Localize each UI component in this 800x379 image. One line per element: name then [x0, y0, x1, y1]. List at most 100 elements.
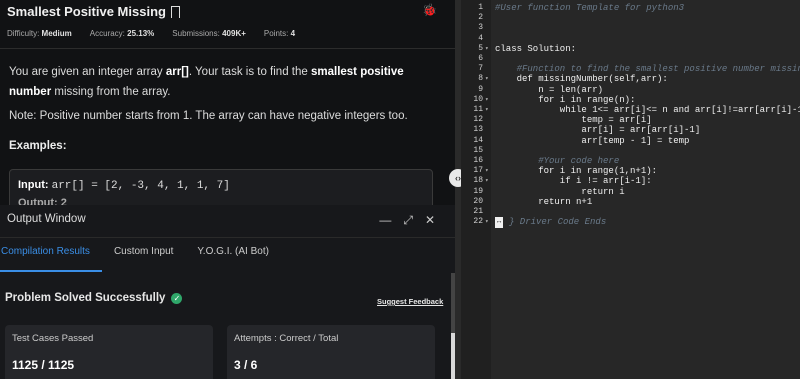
meta-submissions: Submissions: 409K+: [172, 29, 246, 38]
code-text: for i in range(n):: [495, 94, 636, 105]
fold-chevron-icon[interactable]: ▾: [485, 44, 489, 55]
code-line: 22 ▾ ↔ } Driver Code Ends: [461, 217, 800, 228]
code-text: for i in range(1,n+1):: [495, 166, 658, 177]
code-line: 17 ▾ for i in range(1,n+1):: [461, 166, 800, 177]
success-message: Problem Solved Successfully: [5, 292, 166, 304]
expand-icon[interactable]: ⤢: [403, 213, 413, 228]
line-number: 22: [473, 217, 483, 227]
code-line: 8 ▾ def missingNumber(self,arr):: [461, 74, 800, 85]
code-line: 12 temp = arr[i]: [461, 115, 800, 126]
line-number: 10: [473, 94, 483, 104]
meta-points: Points: 4: [263, 29, 296, 38]
code-line: 6: [461, 54, 800, 65]
code-line: 16 #Your code here: [461, 156, 800, 167]
code-line: 21: [461, 207, 800, 218]
code-text: } Driver Code Ends: [509, 217, 607, 228]
code-text: return i: [495, 186, 625, 197]
code-text: arr[temp - 1] = temp: [495, 135, 690, 146]
line-number: 11: [473, 105, 483, 114]
code-line: 19 return i: [461, 187, 800, 198]
problem-note: Note: Positive number starts from 1. The…: [9, 110, 408, 122]
line-number: 4: [478, 33, 483, 43]
line-number: 14: [473, 135, 483, 145]
code-line: 1 #User function Template for python3: [461, 3, 800, 14]
code-line: 14 arr[temp - 1] = temp: [461, 136, 800, 147]
output-header: Output Window — ⤢ ✕: [0, 205, 455, 238]
line-number: 3: [478, 23, 483, 33]
attempts-label: Attempts : Correct / Total: [234, 333, 339, 344]
code-text: return n+1: [495, 196, 593, 207]
app-root: Smallest Positive Missing 🐞 Difficulty: …: [0, 0, 800, 379]
problem-description: You are given an integer array arr[]. Yo…: [9, 66, 404, 98]
line-number: 8: [478, 74, 483, 84]
line-number: 21: [473, 207, 483, 216]
line-number: 6: [478, 54, 483, 63]
code-text: while 1<= arr[i]<= n and arr[i]!=arr[arr…: [495, 105, 800, 115]
output-window: Output Window — ⤢ ✕ Compilation Results …: [0, 205, 455, 379]
problem-panel: Smallest Positive Missing 🐞 Difficulty: …: [0, 0, 455, 379]
line-number: 16: [473, 156, 483, 165]
code-text: n = len(arr): [495, 84, 604, 95]
test-cases-value: 1125 / 1125: [12, 358, 75, 372]
test-cases-card: Test Cases Passed 1125 / 1125: [5, 325, 213, 379]
code-line: 18 ▾ if i != arr[i-1]:: [461, 176, 800, 187]
fold-chevron-icon[interactable]: ▾: [485, 166, 489, 177]
meta-difficulty: Difficulty: Medium: [7, 29, 72, 38]
code-line: 15: [461, 146, 800, 157]
suggest-feedback-link[interactable]: Suggest Feedback: [377, 297, 443, 306]
line-number: 12: [473, 115, 483, 125]
attempts-value: 3 / 6: [234, 358, 258, 372]
minimize-icon[interactable]: —: [379, 213, 391, 228]
example-input-value: arr[] = [2, -3, 4, 1, 1, 7]: [51, 180, 230, 192]
output-tabs: Compilation Results Custom Input Y.O.G.I…: [0, 238, 455, 272]
fold-chevron-icon[interactable]: ▾: [485, 217, 489, 228]
tab-yogi-ai-bot[interactable]: Y.O.G.I. (AI Bot): [185, 238, 281, 272]
code-text: #Your code here: [495, 156, 620, 166]
line-number: 18: [473, 176, 483, 186]
bug-icon[interactable]: 🐞: [422, 3, 437, 17]
code-text: #User function Template for python3: [495, 3, 685, 13]
code-line: 13 arr[i] = arr[arr[i]-1]: [461, 125, 800, 136]
code-text: temp = arr[i]: [495, 115, 652, 126]
code-line: 20 return n+1: [461, 197, 800, 208]
examples-heading: Examples:: [9, 140, 67, 152]
close-icon[interactable]: ✕: [425, 213, 435, 228]
fold-chevron-icon[interactable]: ▾: [485, 105, 489, 116]
divider: [0, 48, 455, 49]
tab-compilation-results[interactable]: Compilation Results: [0, 238, 102, 272]
meta-accuracy: Accuracy: 25.13%: [89, 29, 155, 38]
window-controls: — ⤢ ✕: [379, 213, 435, 228]
code-line: 4: [461, 34, 800, 45]
fold-chevron-icon[interactable]: ▾: [485, 95, 489, 106]
line-number: 15: [473, 145, 483, 155]
test-cases-label: Test Cases Passed: [12, 333, 94, 344]
example-box: Input: arr[] = [2, -3, 4, 1, 1, 7] Outpu…: [9, 169, 433, 209]
line-number: 1: [478, 3, 483, 12]
problem-title: Smallest Positive Missing: [7, 4, 166, 19]
line-number: 19: [473, 186, 483, 196]
line-number: 13: [473, 125, 483, 135]
line-number: 20: [473, 196, 483, 206]
code-line: 7 #Function to find the smallest positiv…: [461, 64, 800, 75]
code-editor[interactable]: 1 #User function Template for python3 2 3 4 5…: [461, 0, 800, 379]
fold-chevron-icon[interactable]: ▾: [485, 74, 489, 85]
code-text: arr[i] = arr[arr[i]-1]: [495, 125, 701, 136]
success-row: Problem Solved Successfully ✓: [5, 292, 183, 304]
bookmark-icon[interactable]: [170, 5, 180, 19]
code-line: 10 ▾ for i in range(n):: [461, 95, 800, 106]
folded-region-marker[interactable]: ↔: [495, 217, 504, 228]
check-circle-icon: ✓: [171, 292, 183, 304]
tab-custom-input[interactable]: Custom Input: [102, 238, 185, 272]
code-text: def missingNumber(self,arr):: [495, 74, 668, 85]
line-number: 9: [478, 84, 483, 94]
code-line: 9 n = len(arr): [461, 85, 800, 96]
output-title: Output Window: [7, 213, 86, 225]
problem-meta: Difficulty: Medium Accuracy: 25.13% Subm…: [7, 29, 313, 38]
line-number: 5: [478, 43, 483, 53]
fold-chevron-icon[interactable]: ▾: [485, 176, 489, 187]
attempts-card: Attempts : Correct / Total 3 / 6: [227, 325, 435, 379]
line-number: 7: [478, 64, 483, 74]
code-text: #Function to find the smallest positive …: [516, 64, 800, 75]
code-text: class Solution:: [495, 43, 577, 54]
line-number: 2: [478, 13, 483, 23]
